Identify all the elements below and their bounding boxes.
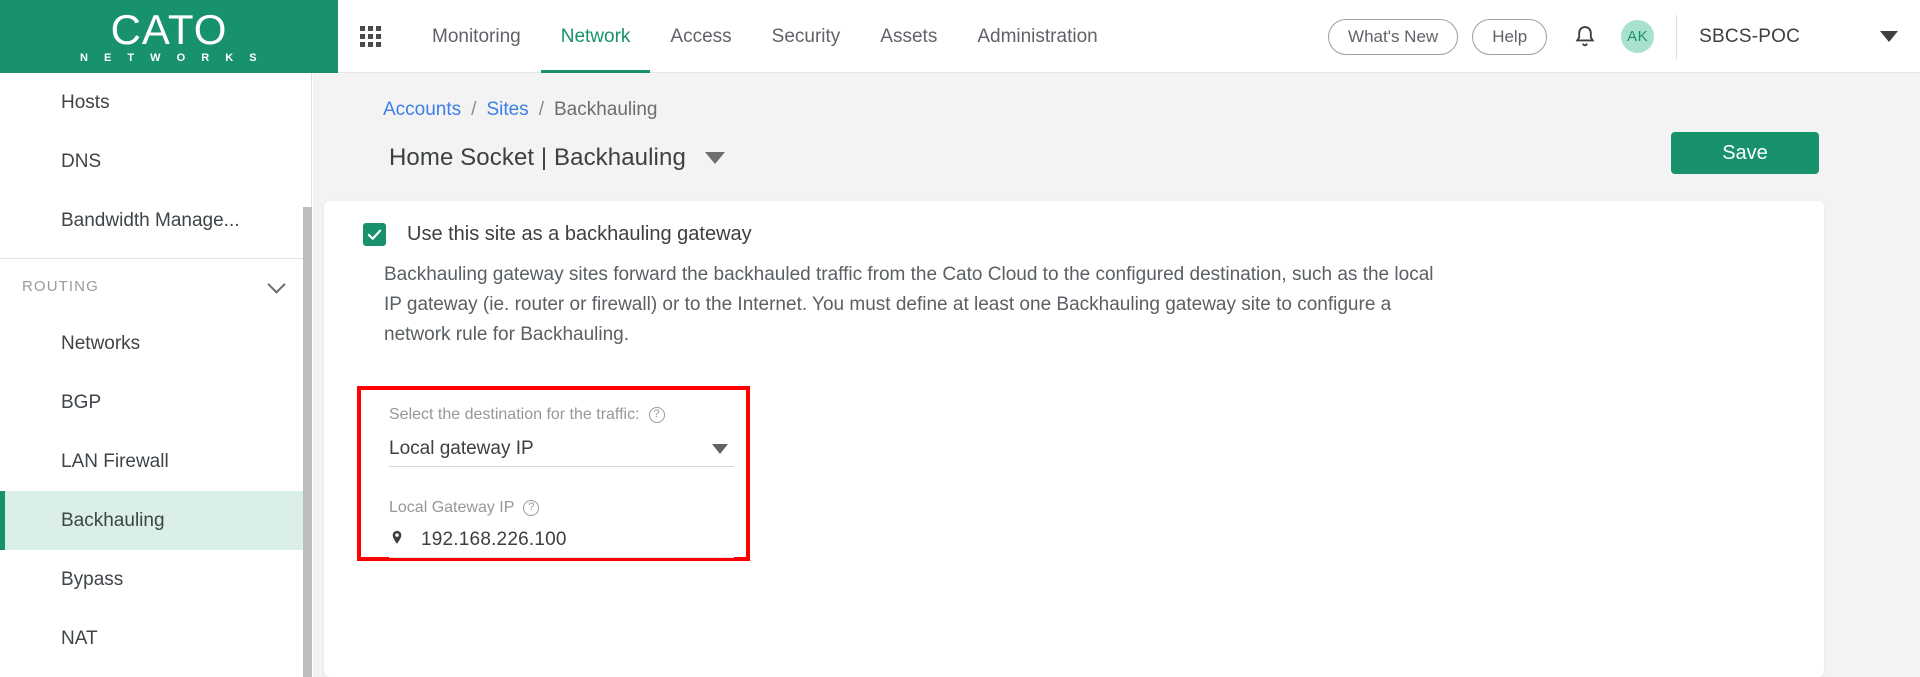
triangle-down-icon[interactable]: [704, 152, 725, 164]
nav-tab-label: Access: [670, 25, 732, 47]
breadcrumb: Accounts / Sites / Backhauling: [313, 73, 1920, 121]
backhauling-settings-card: Use this site as a backhauling gateway B…: [324, 201, 1824, 677]
destination-field-label-row: Select the destination for the traffic: …: [389, 406, 746, 424]
destination-select-value: Local gateway IP: [389, 437, 534, 459]
destination-select[interactable]: Local gateway IP: [389, 431, 734, 467]
sidebar-item-label: Hosts: [61, 91, 110, 113]
sidebar-item-label: BGP: [61, 391, 102, 413]
sidebar-item-networks[interactable]: Networks: [0, 314, 311, 373]
nav-tab-label: Security: [771, 25, 841, 47]
brand-name: CATO: [110, 5, 228, 53]
main-navigation: Monitoring Network Access Security Asset…: [338, 0, 1920, 73]
sidebar-item-bypass[interactable]: Bypass: [0, 550, 311, 609]
nav-tab-administration[interactable]: Administration: [957, 0, 1117, 73]
sidebar-item-label: NAT: [61, 627, 98, 649]
page-title: Home Socket | Backhauling: [389, 144, 686, 171]
chevron-down-icon[interactable]: [1880, 31, 1898, 42]
breadcrumb-separator: /: [471, 98, 477, 120]
nav-tab-label: Network: [560, 25, 631, 47]
backhauling-description: Backhauling gateway sites forward the ba…: [384, 264, 1434, 345]
nav-tab-label: Assets: [880, 25, 938, 47]
nav-tab-label: Administration: [977, 25, 1098, 47]
nav-tab-network[interactable]: Network: [540, 0, 651, 73]
location-pin-icon: [389, 528, 405, 552]
sidebar-group-label: ROUTING: [22, 278, 99, 295]
help-question-icon[interactable]: ?: [523, 500, 540, 516]
sidebar-item-nat[interactable]: NAT: [0, 609, 311, 668]
sidebar-item-lan-firewall[interactable]: LAN Firewall: [0, 432, 311, 491]
top-header-bar: CATO N E T W O R K S Monitoring Network …: [0, 0, 1920, 73]
sidebar-item-bandwidth-management[interactable]: Bandwidth Manage...: [0, 191, 311, 250]
grid-apps-icon[interactable]: [360, 25, 382, 48]
sidebar-item-label: Backhauling: [61, 509, 165, 531]
sidebar-item-bgp[interactable]: BGP: [0, 373, 311, 432]
sidebar-item-label: Networks: [61, 332, 141, 354]
gateway-ip-label-row: Local Gateway IP ?: [389, 499, 746, 517]
gateway-ip-input-row[interactable]: [389, 522, 734, 558]
user-avatar[interactable]: AK: [1621, 20, 1655, 53]
sidebar-item-label: DNS: [61, 150, 102, 172]
sidebar-item-label: LAN Firewall: [61, 450, 169, 472]
gateway-ip-label: Local Gateway IP: [389, 499, 515, 516]
account-selector-label[interactable]: SBCS-POC: [1699, 26, 1800, 48]
destination-field-label: Select the destination for the traffic:: [389, 406, 640, 423]
brand-logo[interactable]: CATO N E T W O R K S: [0, 0, 338, 73]
sidebar-item-hosts[interactable]: Hosts: [0, 73, 311, 132]
gateway-ip-field: Local Gateway IP ?: [389, 499, 746, 558]
nav-tab-monitoring[interactable]: Monitoring: [412, 0, 541, 73]
nav-tab-security[interactable]: Security: [752, 0, 861, 73]
main-content-area: Accounts / Sites / Backhauling Home Sock…: [313, 73, 1920, 677]
help-button[interactable]: Help: [1472, 18, 1548, 55]
nav-tab-label: Monitoring: [432, 25, 521, 47]
help-question-icon[interactable]: ?: [648, 407, 665, 423]
sidebar-item-label: Bypass: [61, 568, 124, 590]
sidebar-item-backhauling[interactable]: Backhauling: [0, 491, 311, 550]
breadcrumb-separator: /: [538, 98, 544, 120]
backhauling-gateway-checkbox[interactable]: [363, 223, 386, 246]
header-right-controls: What's New Help AK SBCS-POC: [1328, 14, 1920, 59]
sidebar-scrollbar-thumb[interactable]: [303, 207, 312, 677]
save-button[interactable]: Save: [1671, 132, 1819, 174]
backhauling-gateway-checkbox-row: Use this site as a backhauling gateway: [324, 201, 1824, 246]
brand-tagline: N E T W O R K S: [79, 51, 264, 64]
whats-new-button[interactable]: What's New: [1328, 18, 1459, 55]
destination-settings-highlight: Select the destination for the traffic: …: [357, 386, 750, 561]
nav-tab-access[interactable]: Access: [650, 0, 751, 73]
notification-bell-icon[interactable]: [1571, 23, 1599, 51]
nav-tabs: Monitoring Network Access Security Asset…: [412, 0, 1118, 73]
header-divider: [1676, 14, 1678, 59]
triangle-down-icon: [712, 443, 728, 454]
breadcrumb-accounts[interactable]: Accounts: [383, 99, 461, 121]
gateway-ip-input[interactable]: [421, 528, 711, 551]
left-sidebar: Hosts DNS Bandwidth Manage... ROUTING Ne…: [0, 73, 312, 677]
sidebar-group-routing[interactable]: ROUTING: [0, 259, 311, 314]
breadcrumb-sites[interactable]: Sites: [486, 99, 528, 121]
breadcrumb-current: Backhauling: [553, 98, 658, 120]
sidebar-item-dns[interactable]: DNS: [0, 132, 311, 191]
backhauling-gateway-checkbox-label[interactable]: Use this site as a backhauling gateway: [407, 223, 752, 246]
nav-tab-assets[interactable]: Assets: [860, 0, 957, 73]
chevron-down-icon: [267, 274, 286, 294]
page-title-row: Home Socket | Backhauling Save: [313, 121, 1920, 181]
sidebar-item-label: Bandwidth Manage...: [61, 209, 240, 231]
